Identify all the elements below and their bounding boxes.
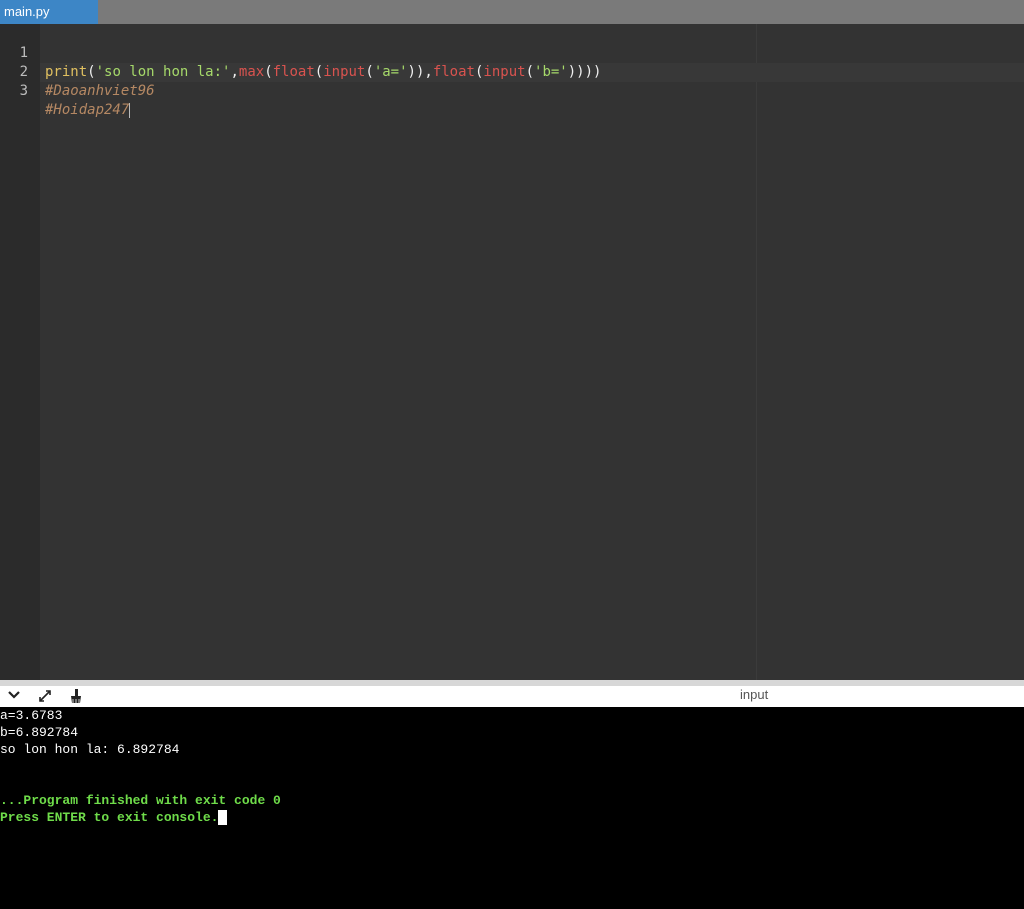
expand-arrows-icon[interactable] (36, 688, 54, 706)
console-output[interactable]: a=3.6783 b=6.892784 so lon hon la: 6.892… (0, 707, 1024, 909)
console-cursor (218, 810, 228, 826)
print-margin (756, 24, 757, 680)
code-token: #Daoanhviet96 (45, 83, 155, 99)
console-line: a=3.6783 (0, 708, 63, 723)
code-content[interactable]: #Daoanhviet96 (45, 82, 155, 101)
tab-main-py[interactable]: main.py (0, 0, 98, 24)
chevron-down-icon[interactable] (5, 688, 23, 706)
console-line: so lon hon la: 6.892784 (0, 742, 180, 757)
code-content[interactable]: #Hoidap247 (45, 101, 131, 120)
code-line[interactable]: 3 #Hoidap247 (0, 63, 1024, 118)
input-tab-label[interactable]: input (740, 687, 768, 702)
tab-bar: main.py (0, 0, 1024, 24)
line-number: 3 (19, 83, 28, 99)
console-prompt-text: Press ENTER to exit console. (0, 810, 219, 825)
code-token: #Hoidap247 (45, 102, 130, 118)
console-panel-header: input (0, 680, 1024, 707)
console-line: ...Program finished with exit code 0 (0, 793, 281, 808)
code-editor[interactable]: 1 print('so lon hon la:',max(float(input… (0, 24, 1024, 680)
code-line[interactable]: 2 #Daoanhviet96 (0, 44, 1024, 99)
broom-icon[interactable] (66, 688, 84, 706)
console-prompt-line[interactable]: Press ENTER to exit console. (0, 809, 228, 826)
console-line: b=6.892784 (0, 725, 79, 740)
code-line[interactable]: 1 print('so lon hon la:',max(float(input… (0, 25, 1024, 80)
text-cursor (129, 102, 131, 118)
